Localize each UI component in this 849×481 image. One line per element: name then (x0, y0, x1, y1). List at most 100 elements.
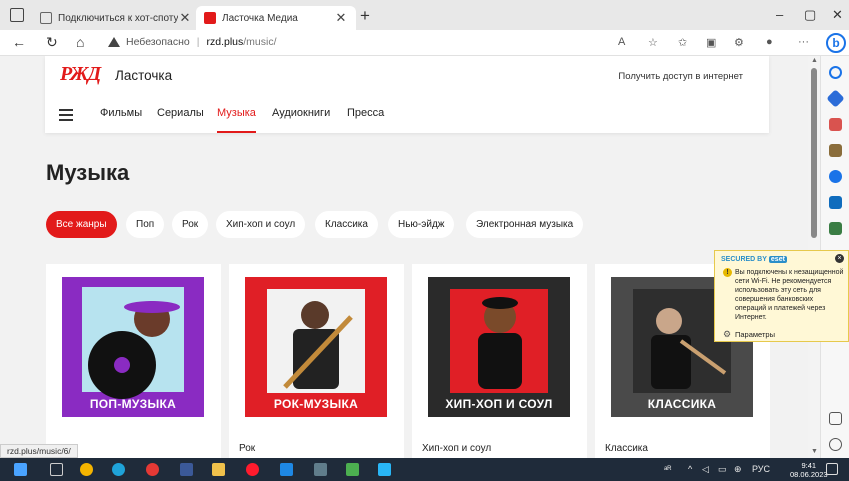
nav-films[interactable]: Фильмы (100, 107, 142, 119)
genre-chip-all[interactable]: Все жанры (46, 211, 117, 238)
cover-label: КЛАССИКА (647, 397, 717, 411)
refresh-button[interactable]: ↻ (46, 34, 58, 51)
task-view-icon[interactable] (50, 463, 63, 476)
eset-wifi-warning: SECURED BY eset × ! Вы подключены к незащ… (714, 250, 849, 342)
games-icon[interactable] (829, 170, 842, 183)
network-icon[interactable]: ▭ (718, 464, 727, 475)
cover-image-pop[interactable]: ПОП-МУЗЫКА (62, 277, 204, 417)
page-icon (40, 12, 52, 24)
bing-chat-icon[interactable]: b (826, 33, 846, 53)
tab-actions-icon[interactable] (10, 8, 24, 22)
store-icon[interactable] (346, 463, 359, 476)
close-window-button[interactable]: ✕ (832, 7, 843, 23)
close-icon[interactable]: ✕ (334, 10, 348, 26)
get-access-link[interactable]: Получить доступ в интернет (618, 71, 743, 82)
scroll-thumb[interactable] (811, 68, 817, 238)
eset-logo: eset (768, 256, 787, 263)
chevron-up-icon[interactable]: ^ (688, 464, 692, 474)
nav-press[interactable]: Пресса (347, 107, 384, 119)
extensions-icon[interactable]: ⚙ (734, 36, 744, 49)
outlook-icon[interactable] (829, 196, 842, 209)
taskbar-clock[interactable]: 9:41 08.06.2023 (790, 461, 828, 479)
edge-icon[interactable] (112, 463, 125, 476)
site-header: РЖД Ласточка Получить доступ в интернет … (45, 56, 769, 133)
yandex-icon[interactable] (146, 463, 159, 476)
notifications-icon[interactable] (826, 463, 838, 475)
calculator-icon[interactable] (314, 463, 327, 476)
scroll-up-icon[interactable]: ▲ (811, 57, 818, 64)
b-app-icon[interactable] (180, 463, 193, 476)
scroll-down-icon[interactable]: ▼ (811, 448, 818, 455)
card-title: Хип-хоп и соул (422, 443, 492, 454)
chrome-icon[interactable] (80, 463, 93, 476)
genre-chip-new-age[interactable]: Нью-эйдж (388, 211, 455, 238)
music-card-pop[interactable]: ПОП-МУЗЫКА (46, 264, 221, 458)
genre-chip-electronic[interactable]: Электронная музыка (466, 211, 584, 238)
cover-label: РОК-МУЗЫКА (273, 397, 359, 411)
volume-icon[interactable]: ◁ (702, 464, 709, 475)
address-separator: | (196, 36, 200, 48)
opera-icon[interactable] (246, 463, 259, 476)
nav-audiobooks[interactable]: Аудиокниги (272, 107, 330, 119)
address-toolbar: ← ↻ ⌂ Небезопасно | rzd.plus /music/ A ☆… (0, 30, 849, 56)
music-card-hiphop[interactable]: ХИП-ХОП И СОУЛ Хип-хоп и соул (412, 264, 587, 458)
gear-icon[interactable]: ⚙ (723, 329, 731, 340)
read-aloud-icon[interactable]: A (618, 36, 625, 48)
windows-taskbar: ᵃᴿ ^ ◁ ▭ ⊕ РУС 9:41 08.06.2023 (0, 458, 849, 481)
tag-icon[interactable] (826, 89, 845, 108)
genre-chip-rock[interactable]: Рок (172, 211, 209, 238)
eset-message: Вы подключены к незащищенной сети Wi-Fi.… (735, 269, 844, 321)
language-indicator[interactable]: РУС (752, 464, 770, 474)
people-icon[interactable]: ᵃᴿ (664, 464, 671, 474)
tab-wifi-hotspot[interactable]: Подключиться к хот-споту Wi-Fi ✕ (32, 6, 202, 30)
home-button[interactable]: ⌂ (76, 34, 84, 50)
eset-settings-link[interactable]: Параметры (735, 330, 775, 339)
card-title: Рок (239, 443, 256, 454)
genre-chip-pop[interactable]: Поп (126, 211, 165, 238)
windows-start-icon[interactable] (14, 463, 27, 476)
rzd-logo[interactable]: РЖД (60, 63, 101, 86)
genre-chip-classical[interactable]: Классика (315, 211, 378, 238)
profile-avatar[interactable]: ● (766, 36, 773, 48)
close-icon[interactable]: × (835, 254, 844, 263)
close-icon[interactable]: ✕ (178, 10, 192, 26)
pop-cover-art (82, 287, 184, 399)
hamburger-menu-icon[interactable] (59, 109, 73, 124)
back-button[interactable]: ← (12, 34, 26, 50)
tab-title: Ласточка Медиа (222, 12, 298, 24)
globe-icon[interactable]: ⊕ (734, 464, 742, 475)
shopping-icon[interactable] (829, 118, 842, 131)
eset-header-text: SECURED BY (721, 256, 767, 263)
favorite-star-icon[interactable]: ☆ (648, 36, 658, 49)
file-explorer-icon[interactable] (212, 463, 225, 476)
nav-series[interactable]: Сериалы (157, 107, 204, 119)
warning-icon: ! (723, 268, 732, 277)
minimize-button[interactable]: – (776, 7, 783, 22)
security-label[interactable]: Небезопасно (126, 36, 190, 48)
maximize-button[interactable]: ▢ (804, 7, 816, 23)
address-bar[interactable]: Небезопасно | rzd.plus /music/ (108, 36, 277, 48)
search-icon[interactable] (829, 66, 842, 79)
genre-chip-hiphop[interactable]: Хип-хоп и соул (216, 211, 306, 238)
brand-name[interactable]: Ласточка (115, 68, 172, 83)
card-title: Классика (605, 443, 648, 454)
cover-image-hiphop[interactable]: ХИП-ХОП И СОУЛ (428, 277, 570, 417)
app-icon[interactable] (378, 463, 391, 476)
tools-icon[interactable] (829, 144, 842, 157)
favorites-icon[interactable]: ✩ (678, 36, 687, 49)
more-menu-button[interactable]: ··· (798, 36, 809, 48)
mail-icon[interactable] (280, 463, 293, 476)
clock-date: 08.06.2023 (790, 470, 828, 479)
drop-icon[interactable] (829, 222, 842, 235)
sidebar-panel-icon[interactable] (829, 412, 842, 425)
new-tab-button[interactable]: + (360, 6, 370, 26)
page-title: Музыка (46, 160, 130, 185)
status-bar-url: rzd.plus/music/6/ (0, 444, 78, 458)
cover-image-rock[interactable]: РОК-МУЗЫКА (245, 277, 387, 417)
collections-icon[interactable]: ▣ (706, 36, 716, 49)
tab-lastochka-media[interactable]: Ласточка Медиа ✕ (196, 6, 356, 30)
settings-gear-icon[interactable] (829, 438, 842, 451)
nav-music[interactable]: Музыка (217, 107, 256, 119)
music-card-rock[interactable]: РОК-МУЗЫКА Рок (229, 264, 404, 458)
page-viewport: РЖД Ласточка Получить доступ в интернет … (0, 56, 820, 458)
